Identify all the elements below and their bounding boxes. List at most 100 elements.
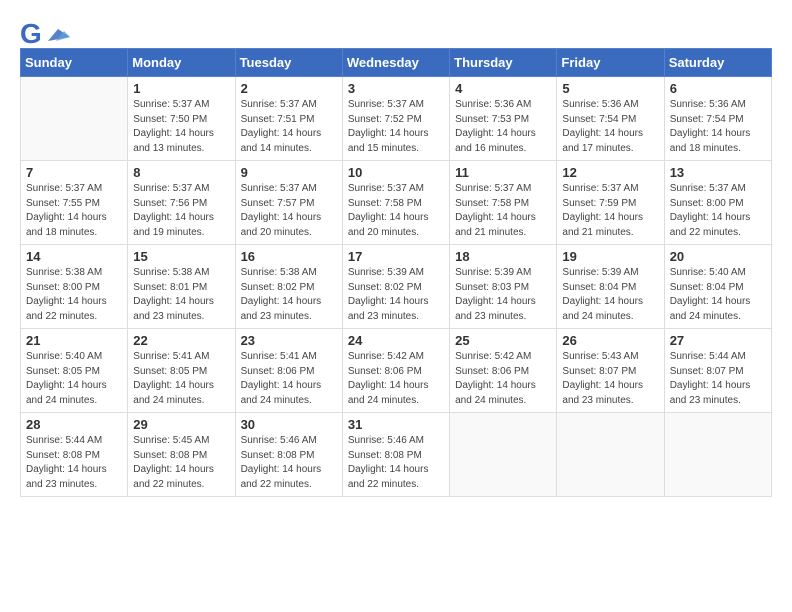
calendar-day-19: 19 Sunrise: 5:39 AMSunset: 8:04 PMDayligh… [557, 245, 664, 329]
day-number: 18 [455, 249, 551, 264]
day-info: Sunrise: 5:40 AMSunset: 8:05 PMDaylight:… [26, 350, 122, 408]
calendar-day-7: 7 Sunrise: 5:37 AMSunset: 7:55 PMDaylight… [21, 161, 128, 245]
logo: G [20, 20, 70, 48]
calendar-day-24: 24Sunrise: 5:42 AMSunset: 8:06 PMDayligh… [342, 329, 449, 413]
day-info: Sunrise: 5:44 AMSunset: 8:07 PMDaylight:… [670, 350, 766, 408]
day-info: Sunrise: 5:36 AMSunset: 7:54 PMDaylight:… [670, 98, 766, 156]
day-info: Sunrise: 5:38 AMSunset: 8:02 PMDaylight:… [241, 266, 337, 324]
day-number: 1 [133, 81, 229, 96]
day-info: Sunrise: 5:39 AMSunset: 8:04 PMDaylight:… [562, 266, 658, 324]
calendar-day-10: 10 Sunrise: 5:37 AMSunset: 7:58 PMDayligh… [342, 161, 449, 245]
day-number: 15 [133, 249, 229, 264]
day-info: Sunrise: 5:37 AMSunset: 7:51 PMDaylight:… [241, 98, 337, 156]
calendar-day-16: 16 Sunrise: 5:38 AMSunset: 8:02 PMDayligh… [235, 245, 342, 329]
day-number: 7 [26, 165, 122, 180]
day-info: Sunrise: 5:36 AMSunset: 7:53 PMDaylight:… [455, 98, 551, 156]
day-number: 31 [348, 417, 444, 432]
day-info: Sunrise: 5:39 AMSunset: 8:02 PMDaylight:… [348, 266, 444, 324]
calendar-day-22: 22 Sunrise: 5:41 AMSunset: 8:05 PMDayligh… [128, 329, 235, 413]
day-number: 11 [455, 165, 551, 180]
calendar-day-13: 13Sunrise: 5:37 AMSunset: 8:00 PMDayligh… [664, 161, 771, 245]
calendar-day-1: 1 Sunrise: 5:37 AMSunset: 7:50 PMDaylight… [128, 77, 235, 161]
calendar-day-31: 31 Sunrise: 5:46 AMSunset: 8:08 PMDayligh… [342, 413, 449, 497]
day-info: Sunrise: 5:42 AMSunset: 8:06 PMDaylight:… [348, 350, 444, 408]
day-number: 29 [133, 417, 229, 432]
calendar-day-4: 4 Sunrise: 5:36 AMSunset: 7:53 PMDaylight… [450, 77, 557, 161]
header-sunday: Sunday [21, 49, 128, 77]
day-info: Sunrise: 5:46 AMSunset: 8:08 PMDaylight:… [241, 434, 337, 492]
calendar-day-empty [450, 413, 557, 497]
calendar-week-1: 1 Sunrise: 5:37 AMSunset: 7:50 PMDaylight… [21, 77, 772, 161]
day-info: Sunrise: 5:36 AMSunset: 7:54 PMDaylight:… [562, 98, 658, 156]
day-number: 3 [348, 81, 444, 96]
calendar-day-21: 21 Sunrise: 5:40 AMSunset: 8:05 PMDayligh… [21, 329, 128, 413]
day-number: 4 [455, 81, 551, 96]
day-info: Sunrise: 5:41 AMSunset: 8:05 PMDaylight:… [133, 350, 229, 408]
day-number: 8 [133, 165, 229, 180]
header-thursday: Thursday [450, 49, 557, 77]
header-wednesday: Wednesday [342, 49, 449, 77]
day-info: Sunrise: 5:37 AMSunset: 7:57 PMDaylight:… [241, 182, 337, 240]
calendar-week-4: 21 Sunrise: 5:40 AMSunset: 8:05 PMDayligh… [21, 329, 772, 413]
calendar-table: SundayMondayTuesdayWednesdayThursdayFrid… [20, 48, 772, 497]
day-info: Sunrise: 5:37 AMSunset: 8:00 PMDaylight:… [670, 182, 766, 240]
day-info: Sunrise: 5:42 AMSunset: 8:06 PMDaylight:… [455, 350, 551, 408]
day-info: Sunrise: 5:38 AMSunset: 8:00 PMDaylight:… [26, 266, 122, 324]
calendar-day-28: 28 Sunrise: 5:44 AMSunset: 8:08 PMDayligh… [21, 413, 128, 497]
calendar-day-23: 23 Sunrise: 5:41 AMSunset: 8:06 PMDayligh… [235, 329, 342, 413]
day-info: Sunrise: 5:46 AMSunset: 8:08 PMDaylight:… [348, 434, 444, 492]
day-number: 26 [562, 333, 658, 348]
calendar-day-empty [557, 413, 664, 497]
calendar-day-18: 18 Sunrise: 5:39 AMSunset: 8:03 PMDayligh… [450, 245, 557, 329]
calendar-week-5: 28 Sunrise: 5:44 AMSunset: 8:08 PMDayligh… [21, 413, 772, 497]
day-number: 27 [670, 333, 766, 348]
day-number: 22 [133, 333, 229, 348]
calendar-day-6: 6 Sunrise: 5:36 AMSunset: 7:54 PMDaylight… [664, 77, 771, 161]
calendar-day-3: 3 Sunrise: 5:37 AMSunset: 7:52 PMDaylight… [342, 77, 449, 161]
day-number: 21 [26, 333, 122, 348]
calendar-day-26: 26Sunrise: 5:43 AMSunset: 8:07 PMDayligh… [557, 329, 664, 413]
day-number: 5 [562, 81, 658, 96]
day-number: 2 [241, 81, 337, 96]
calendar-day-empty [21, 77, 128, 161]
day-info: Sunrise: 5:37 AMSunset: 7:59 PMDaylight:… [562, 182, 658, 240]
calendar-day-29: 29 Sunrise: 5:45 AMSunset: 8:08 PMDayligh… [128, 413, 235, 497]
calendar-day-5: 5 Sunrise: 5:36 AMSunset: 7:54 PMDaylight… [557, 77, 664, 161]
calendar-day-12: 12Sunrise: 5:37 AMSunset: 7:59 PMDayligh… [557, 161, 664, 245]
day-number: 23 [241, 333, 337, 348]
calendar-day-9: 9 Sunrise: 5:37 AMSunset: 7:57 PMDaylight… [235, 161, 342, 245]
day-number: 28 [26, 417, 122, 432]
day-info: Sunrise: 5:37 AMSunset: 7:52 PMDaylight:… [348, 98, 444, 156]
logo-icon: G [20, 20, 42, 48]
day-number: 20 [670, 249, 766, 264]
calendar-day-25: 25Sunrise: 5:42 AMSunset: 8:06 PMDayligh… [450, 329, 557, 413]
day-number: 9 [241, 165, 337, 180]
calendar-week-3: 14 Sunrise: 5:38 AMSunset: 8:00 PMDayligh… [21, 245, 772, 329]
calendar-day-11: 11 Sunrise: 5:37 AMSunset: 7:58 PMDayligh… [450, 161, 557, 245]
calendar-day-8: 8Sunrise: 5:37 AMSunset: 7:56 PMDaylight… [128, 161, 235, 245]
calendar-day-27: 27 Sunrise: 5:44 AMSunset: 8:07 PMDayligh… [664, 329, 771, 413]
day-number: 14 [26, 249, 122, 264]
day-number: 6 [670, 81, 766, 96]
calendar-day-14: 14 Sunrise: 5:38 AMSunset: 8:00 PMDayligh… [21, 245, 128, 329]
day-info: Sunrise: 5:37 AMSunset: 7:55 PMDaylight:… [26, 182, 122, 240]
header-monday: Monday [128, 49, 235, 77]
day-number: 16 [241, 249, 337, 264]
day-info: Sunrise: 5:39 AMSunset: 8:03 PMDaylight:… [455, 266, 551, 324]
day-info: Sunrise: 5:45 AMSunset: 8:08 PMDaylight:… [133, 434, 229, 492]
day-info: Sunrise: 5:37 AMSunset: 7:50 PMDaylight:… [133, 98, 229, 156]
day-number: 10 [348, 165, 444, 180]
day-info: Sunrise: 5:41 AMSunset: 8:06 PMDaylight:… [241, 350, 337, 408]
day-number: 17 [348, 249, 444, 264]
day-info: Sunrise: 5:37 AMSunset: 7:58 PMDaylight:… [455, 182, 551, 240]
header-friday: Friday [557, 49, 664, 77]
day-number: 19 [562, 249, 658, 264]
calendar-day-2: 2 Sunrise: 5:37 AMSunset: 7:51 PMDaylight… [235, 77, 342, 161]
day-number: 30 [241, 417, 337, 432]
calendar-day-15: 15Sunrise: 5:38 AMSunset: 8:01 PMDayligh… [128, 245, 235, 329]
day-info: Sunrise: 5:44 AMSunset: 8:08 PMDaylight:… [26, 434, 122, 492]
calendar-header-row: SundayMondayTuesdayWednesdayThursdayFrid… [21, 49, 772, 77]
day-info: Sunrise: 5:37 AMSunset: 7:58 PMDaylight:… [348, 182, 444, 240]
calendar-day-20: 20Sunrise: 5:40 AMSunset: 8:04 PMDayligh… [664, 245, 771, 329]
calendar-day-30: 30 Sunrise: 5:46 AMSunset: 8:08 PMDayligh… [235, 413, 342, 497]
